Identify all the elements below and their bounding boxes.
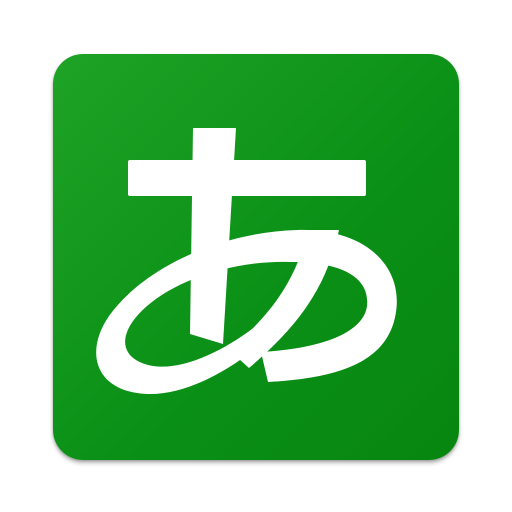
icon-canvas bbox=[0, 0, 512, 512]
hiragana-a-icon bbox=[96, 128, 397, 395]
app-icon[interactable] bbox=[53, 54, 459, 460]
